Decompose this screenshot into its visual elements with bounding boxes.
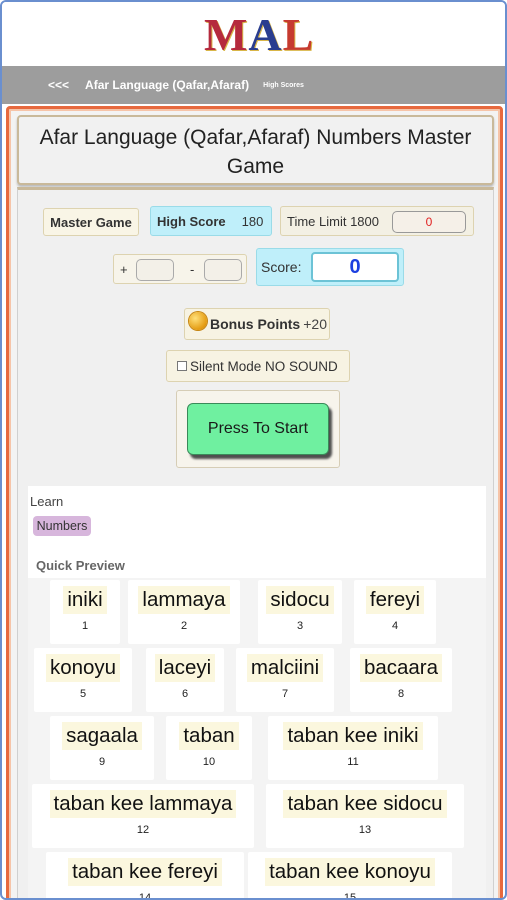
word-text: sagaala — [62, 722, 142, 750]
word-card[interactable]: sagaala 9 — [50, 716, 154, 780]
plus-input[interactable] — [136, 259, 174, 281]
word-text: fereyi — [365, 586, 425, 614]
word-card[interactable]: lammaya 2 — [128, 580, 240, 644]
time-display: 0 — [392, 211, 466, 233]
plus-label: + — [120, 261, 128, 277]
game-container: Afar Language (Qafar,Afaraf) Numbers Mas… — [6, 106, 503, 900]
score-label: Score: — [261, 259, 302, 275]
word-card[interactable]: sidocu 3 — [258, 580, 342, 644]
master-game-label: Master Game — [43, 208, 139, 236]
logo-letter-l: L — [282, 9, 315, 60]
silent-mode-label: Silent Mode NO SOUND — [190, 358, 338, 374]
silent-mode-toggle[interactable]: Silent Mode NO SOUND — [166, 350, 350, 382]
word-text: lammaya — [138, 586, 230, 614]
time-limit-label: Time Limit 1800 — [287, 213, 379, 229]
learn-section: Learn Numbers Quick Preview iniki 1 lamm… — [28, 486, 486, 900]
word-number: 4 — [391, 620, 399, 632]
nav-title-link[interactable]: Afar Language (Qafar,Afaraf) — [85, 78, 249, 92]
numbers-tag[interactable]: Numbers — [33, 516, 91, 536]
word-number: 3 — [296, 620, 304, 632]
bonus-points-value: +20 — [303, 316, 327, 332]
word-text: taban — [179, 722, 239, 750]
word-card[interactable]: taban kee sidocu 13 — [266, 784, 464, 848]
word-number: 1 — [81, 620, 89, 632]
word-number: 7 — [281, 688, 289, 700]
minus-label: - — [190, 262, 195, 277]
silent-mode-checkbox[interactable] — [177, 361, 187, 371]
word-card[interactable]: bacaara 8 — [350, 648, 452, 712]
word-number: 13 — [358, 824, 372, 836]
word-number: 9 — [98, 756, 106, 768]
word-text: taban kee fereyi — [68, 858, 222, 886]
word-card[interactable]: taban kee konoyu 15 — [248, 852, 452, 900]
logo-bar: MAL — [2, 2, 505, 66]
game-panel: Master Game High Score 180 Time Limit 18… — [17, 187, 494, 900]
bonus-points-panel: Bonus Points +20 — [184, 308, 330, 340]
score-panel: Score: 0 — [256, 248, 404, 286]
word-text: konoyu — [45, 654, 121, 682]
high-score-value: 180 — [241, 213, 264, 229]
bonus-points-label: Bonus Points — [210, 316, 301, 332]
time-limit-panel: Time Limit 1800 0 — [280, 206, 474, 236]
word-number: 14 — [138, 892, 152, 900]
quick-preview-label: Quick Preview — [36, 558, 125, 573]
word-number: 15 — [343, 892, 357, 900]
word-number: 2 — [180, 620, 188, 632]
high-score-label: High Score — [157, 213, 226, 229]
word-number: 6 — [181, 688, 189, 700]
word-card[interactable]: malciini 7 — [236, 648, 334, 712]
word-card[interactable]: laceyi 6 — [146, 648, 224, 712]
logo-letter-a: A — [248, 9, 283, 60]
word-text: taban kee iniki — [283, 722, 423, 750]
high-scores-link[interactable]: High Scores — [263, 82, 304, 89]
word-text: taban kee konoyu — [265, 858, 435, 886]
minus-input[interactable] — [204, 259, 242, 281]
word-number: 12 — [136, 824, 150, 836]
start-button-frame: Press To Start — [176, 390, 340, 468]
nav-bar: <<< Afar Language (Qafar,Afaraf) High Sc… — [2, 66, 505, 104]
word-number: 5 — [79, 688, 87, 700]
word-number: 11 — [347, 756, 359, 768]
word-text: laceyi — [154, 654, 216, 682]
word-card[interactable]: fereyi 4 — [354, 580, 436, 644]
word-text: bacaara — [359, 654, 443, 682]
word-card[interactable]: konoyu 5 — [34, 648, 132, 712]
word-card[interactable]: taban kee iniki 11 — [268, 716, 438, 780]
word-number: 8 — [397, 688, 405, 700]
word-text: taban kee lammaya — [49, 790, 237, 818]
word-text: sidocu — [266, 586, 334, 614]
word-text: malciini — [246, 654, 324, 682]
learn-label: Learn — [30, 494, 64, 509]
plus-minus-panel: + - — [113, 254, 247, 284]
quick-preview-grid: iniki 1 lammaya 2 sidocu 3 fereyi 4 kono… — [28, 578, 486, 900]
app-frame: MAL <<< Afar Language (Qafar,Afaraf) Hig… — [0, 0, 507, 900]
high-score-badge: High Score 180 — [150, 206, 272, 236]
press-to-start-button[interactable]: Press To Start — [187, 403, 329, 455]
word-card[interactable]: taban 10 — [166, 716, 252, 780]
word-text: taban kee sidocu — [283, 790, 447, 818]
logo-letter-m: M — [204, 9, 249, 60]
score-display: 0 — [311, 252, 399, 282]
word-card[interactable]: iniki 1 — [50, 580, 120, 644]
mal-logo[interactable]: MAL — [204, 10, 314, 60]
back-link[interactable]: <<< — [48, 78, 69, 92]
word-number: 10 — [202, 756, 216, 768]
page-title: Afar Language (Qafar,Afaraf) Numbers Mas… — [17, 115, 494, 185]
word-card[interactable]: taban kee fereyi 14 — [46, 852, 244, 900]
coin-icon — [189, 312, 207, 330]
word-text: iniki — [63, 586, 107, 614]
word-card[interactable]: taban kee lammaya 12 — [32, 784, 254, 848]
